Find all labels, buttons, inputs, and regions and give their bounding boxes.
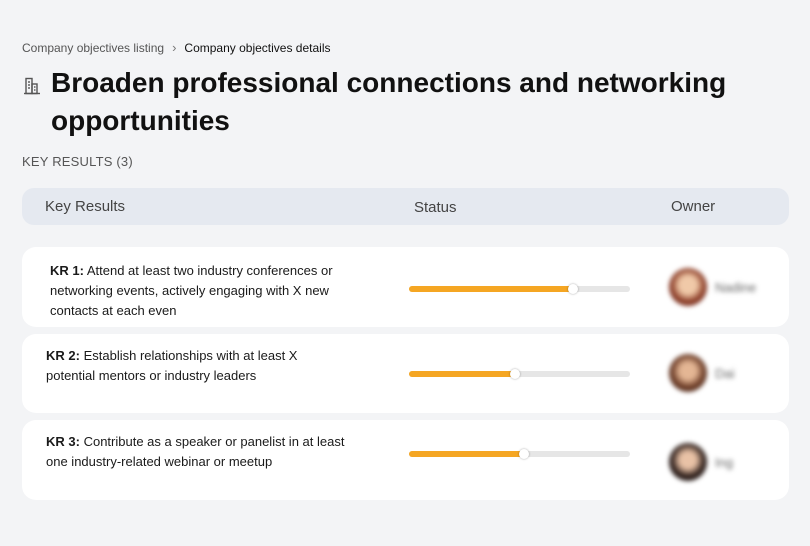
breadcrumb-link-listing[interactable]: Company objectives listing [22,41,164,55]
column-header-owner: Owner [671,198,716,215]
owner[interactable]: Dai [669,354,735,392]
key-result-description: Establish relationships with at least X … [46,348,298,383]
progress-fill [409,286,573,292]
breadcrumb-current: Company objectives details [184,40,331,55]
page-title: Broaden professional connections and net… [51,67,727,136]
key-result-text: KR 3: Contribute as a speaker or panelis… [46,432,346,472]
avatar [669,268,707,306]
key-result-text: KR 2: Establish relationships with at le… [46,346,346,386]
owner[interactable]: Nadine [669,268,756,306]
progress-bar [409,284,630,294]
progress-bar [409,449,630,459]
table-row[interactable]: KR 3: Contribute as a speaker or panelis… [22,420,789,500]
avatar [669,443,707,481]
progress-handle[interactable] [518,449,529,459]
owner-name: Ing [715,454,734,470]
avatar [669,354,707,392]
objective-header: Broaden professional connections and net… [22,64,762,140]
table-row[interactable]: KR 1: Attend at least two industry confe… [22,247,789,327]
table-row[interactable]: KR 2: Establish relationships with at le… [22,334,789,413]
column-header-status: Status [414,199,457,216]
key-result-description: Attend at least two industry conferences… [50,263,333,318]
key-result-label: KR 2: [46,348,80,363]
progress-handle[interactable] [510,369,521,379]
key-results-count-label: KEY RESULTS (3) [22,154,133,169]
progress-fill [409,371,516,377]
chevron-right-icon: › [172,40,177,55]
building-icon [22,76,42,96]
key-result-description: Contribute as a speaker or panelist in a… [46,434,345,469]
key-result-label: KR 1: [50,263,84,278]
table-header: Key Results Status Owner [22,188,789,225]
owner[interactable]: Ing [669,443,733,481]
progress-fill [409,451,524,457]
key-result-label: KR 3: [46,434,80,449]
owner-name: Dai [715,365,735,381]
progress-handle[interactable] [567,284,578,294]
key-result-text: KR 1: Attend at least two industry confe… [50,261,350,321]
column-header-key-results: Key Results [45,198,126,215]
owner-name: Nadine [715,279,757,295]
breadcrumb: Company objectives listing › Company obj… [22,40,331,55]
progress-bar [409,369,630,379]
